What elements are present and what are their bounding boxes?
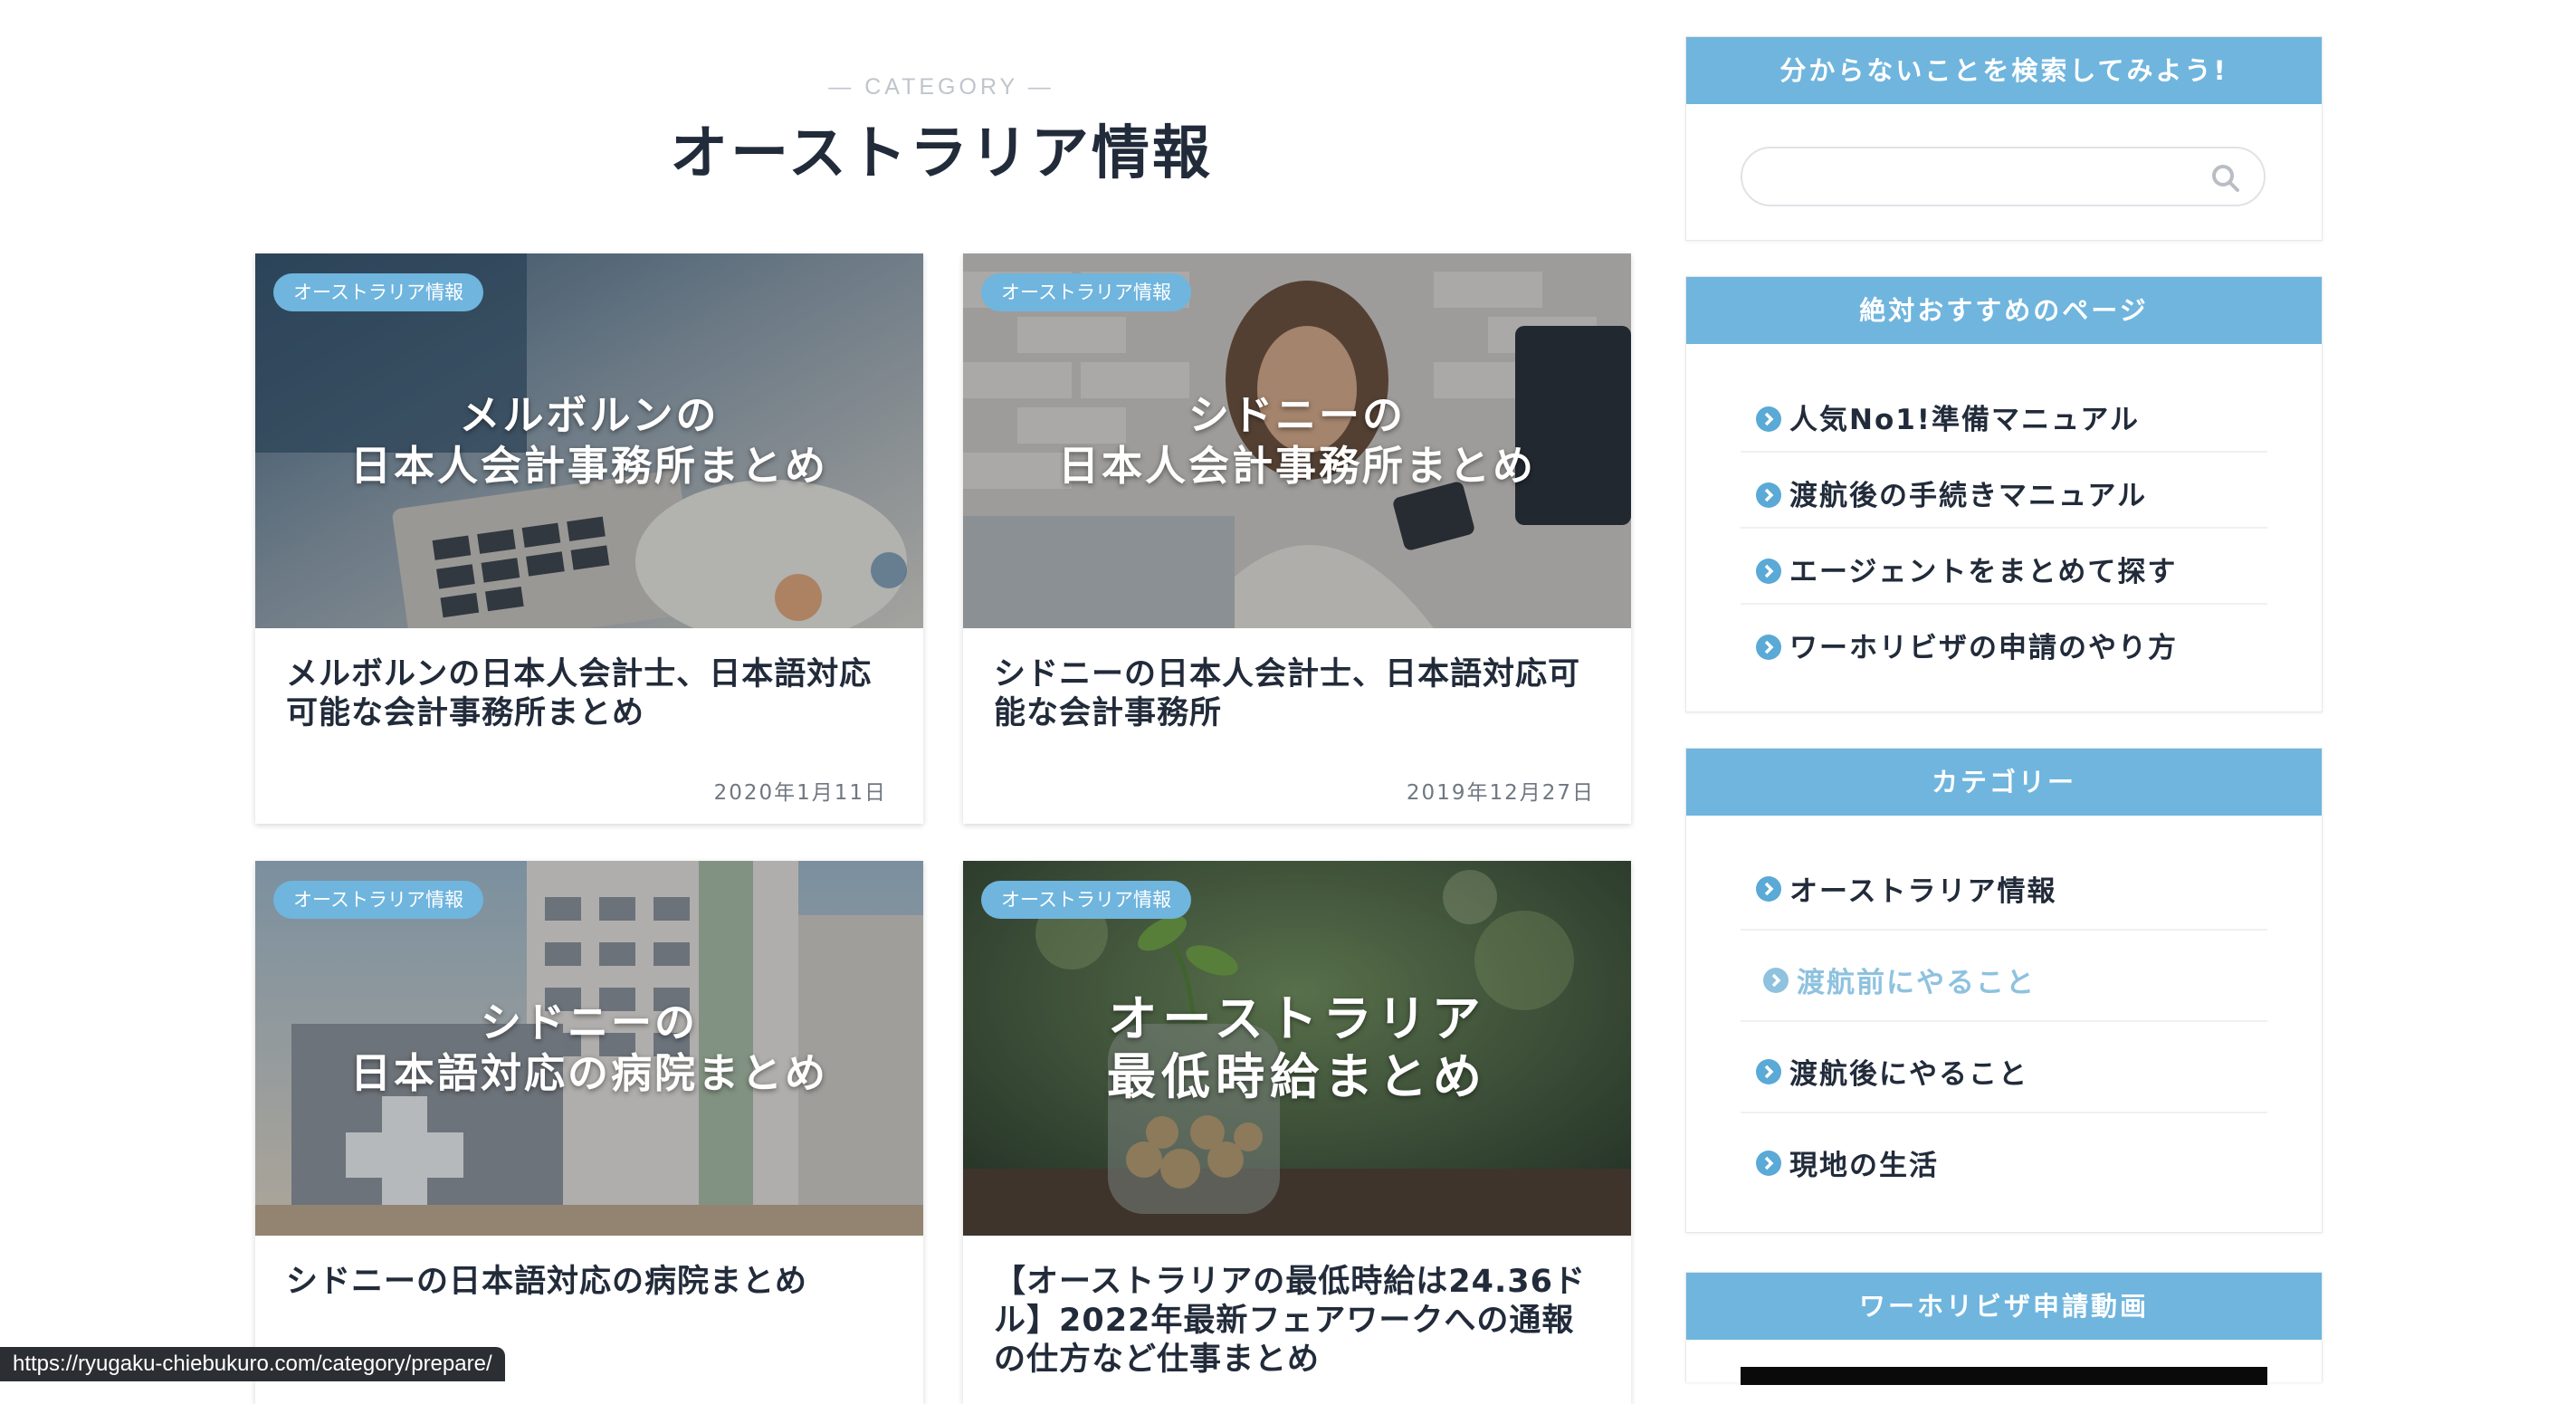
- page-title: オーストラリア情報: [670, 120, 1213, 187]
- recommended-label: 渡航後の手続きマニュアル: [1789, 480, 2148, 512]
- post-card[interactable]: オーストラリア情報 メルボルンの 日本人会計事務所まとめ メルボルンの日本人会計…: [255, 253, 923, 824]
- search-widget: 分からないことを検索してみよう!: [1685, 36, 2323, 241]
- post-card[interactable]: オーストラリア情報 オーストラリア 最低時給まとめ 【オーストラリアの最低時給は…: [963, 861, 1631, 1404]
- post-title[interactable]: 【オーストラリアの最低時給は24.36ドル】2022年最新フェアワークへの通報の…: [963, 1236, 1631, 1380]
- post-thumbnail[interactable]: オーストラリア情報 シドニーの 日本語対応の病院まとめ: [255, 861, 923, 1236]
- recommended-link[interactable]: ワーホリビザの申請のやり方: [1741, 603, 2267, 679]
- search-icon[interactable]: [2208, 160, 2244, 196]
- post-thumbnail[interactable]: オーストラリア情報 シドニーの 日本人会計事務所まとめ: [963, 253, 1631, 628]
- recommended-link[interactable]: エージェントをまとめて探す: [1741, 527, 2267, 605]
- recommended-label: エージェントをまとめて探す: [1789, 556, 2178, 588]
- chevron-right-icon: [1756, 1059, 1781, 1084]
- category-label: 現地の生活: [1789, 1150, 1939, 1182]
- post-thumbnail[interactable]: オーストラリア情報 オーストラリア 最低時給まとめ: [963, 861, 1631, 1236]
- recommended-label: ワーホリビザの申請のやり方: [1789, 632, 2178, 664]
- post-date: 2020年1月11日: [713, 781, 887, 805]
- post-card[interactable]: オーストラリア情報 シドニーの 日本人会計事務所まとめ シドニーの日本人会計士、…: [963, 253, 1631, 824]
- post-title[interactable]: シドニーの日本人会計士、日本語対応可能な会計事務所: [963, 628, 1631, 733]
- recommended-link[interactable]: 渡航後の手続きマニュアル: [1741, 451, 2267, 529]
- category-link[interactable]: 現地の生活: [1741, 1112, 2267, 1203]
- category-label: 渡航後にやること: [1789, 1058, 2028, 1091]
- video-player[interactable]: [1741, 1367, 2267, 1385]
- widget-heading: ワーホリビザ申請動画: [1686, 1273, 2322, 1340]
- chevron-right-icon: [1756, 406, 1781, 432]
- widget-heading: 分からないことを検索してみよう!: [1686, 37, 2322, 104]
- post-title[interactable]: シドニーの日本語対応の病院まとめ: [255, 1236, 923, 1302]
- caption-line: シドニーの: [1188, 391, 1406, 439]
- caption-line: 日本人会計事務所まとめ: [1057, 442, 1536, 490]
- chevron-right-icon: [1756, 635, 1781, 660]
- caption-line: 日本語対応の病院まとめ: [349, 1049, 828, 1097]
- widget-heading: カテゴリー: [1686, 749, 2322, 816]
- post-date: 2019年12月27日: [1406, 781, 1595, 805]
- category-label: 渡航前にやること: [1797, 967, 2036, 999]
- widget-heading: 絶対おすすめのページ: [1686, 277, 2322, 344]
- chevron-right-icon: [1756, 1151, 1781, 1176]
- chevron-right-icon: [1756, 559, 1781, 584]
- post-title[interactable]: メルボルンの日本人会計士、日本語対応可能な会計事務所まとめ: [255, 628, 923, 733]
- caption-line: メルボルンの: [459, 391, 720, 439]
- recommended-link[interactable]: 人気No1!準備マニュアル: [1741, 375, 2267, 453]
- post-thumbnail[interactable]: オーストラリア情報 メルボルンの 日本人会計事務所まとめ: [255, 253, 923, 628]
- recommended-label: 人気No1!準備マニュアル: [1789, 404, 2141, 436]
- search-input[interactable]: [1741, 147, 2266, 206]
- category-kicker: — CATEGORY —: [828, 74, 1054, 100]
- thumbnail-caption: シドニーの 日本語対応の病院まとめ: [255, 861, 923, 1236]
- category-label: オーストラリア情報: [1789, 875, 2057, 908]
- chevron-right-icon: [1756, 876, 1781, 902]
- thumbnail-caption: シドニーの 日本人会計事務所まとめ: [963, 253, 1631, 628]
- caption-line: 最低時給まとめ: [1107, 1048, 1487, 1105]
- recommended-widget: 絶対おすすめのページ 人気No1!準備マニュアル 渡航後の手続きマニュアル エー…: [1685, 276, 2323, 712]
- caption-line: シドニーの: [480, 998, 698, 1046]
- category-link[interactable]: 渡航前にやること: [1741, 929, 2267, 1022]
- chevron-right-icon: [1763, 968, 1789, 993]
- status-bar-url: https://ryugaku-chiebukuro.com/category/…: [0, 1347, 505, 1381]
- category-link[interactable]: 渡航後にやること: [1741, 1020, 2267, 1113]
- caption-line: オーストラリア: [1108, 990, 1486, 1047]
- category-link[interactable]: オーストラリア情報: [1741, 837, 2267, 931]
- category-widget: カテゴリー オーストラリア情報 渡航前にやること 渡航後にやること 現地の生活: [1685, 748, 2323, 1233]
- thumbnail-caption: メルボルンの 日本人会計事務所まとめ: [255, 253, 923, 628]
- post-card[interactable]: オーストラリア情報 シドニーの 日本語対応の病院まとめ シドニーの日本語対応の病…: [255, 861, 923, 1404]
- caption-line: 日本人会計事務所まとめ: [349, 442, 828, 490]
- thumbnail-caption: オーストラリア 最低時給まとめ: [963, 861, 1631, 1236]
- video-widget: ワーホリビザ申請動画: [1685, 1272, 2323, 1385]
- chevron-right-icon: [1756, 482, 1781, 508]
